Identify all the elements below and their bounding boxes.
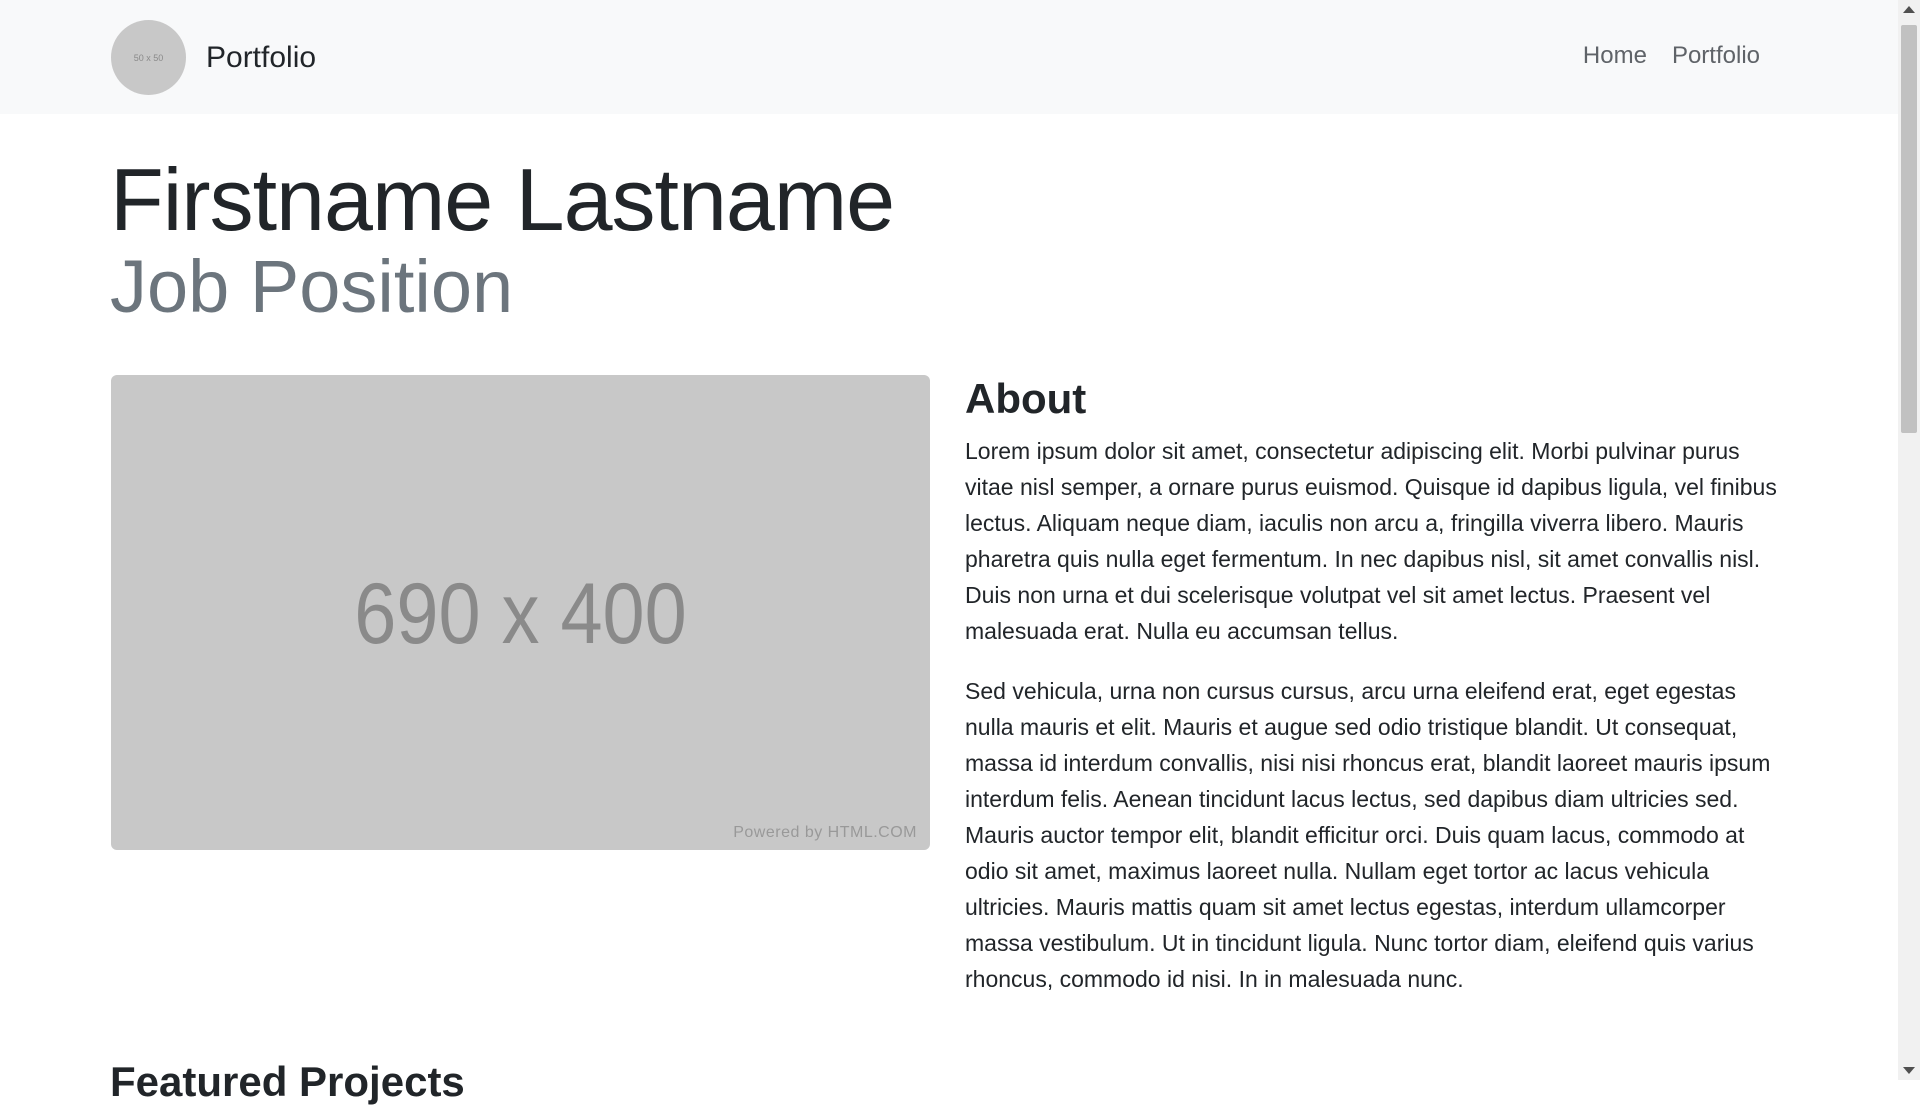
scrollbar[interactable] <box>1898 0 1920 1080</box>
placeholder-credit: Powered by HTML.COM <box>733 824 917 841</box>
scroll-thumb[interactable] <box>1901 25 1917 433</box>
main-nav: Home Portfolio <box>1583 42 1760 70</box>
page-title: Firstname Lastname <box>110 150 895 249</box>
placeholder-size-label: 690 x 400 <box>354 566 687 662</box>
brand[interactable]: 50 x 50 Portfolio <box>111 20 316 95</box>
navbar: 50 x 50 Portfolio Home Portfolio <box>0 0 1898 114</box>
brand-avatar: 50 x 50 <box>111 20 186 95</box>
profile-image-placeholder: 690 x 400 Powered by HTML.COM <box>111 375 930 850</box>
about-heading: About <box>965 375 1087 422</box>
featured-projects-heading: Featured Projects <box>110 1058 465 1105</box>
scroll-down-arrow-icon[interactable] <box>1903 1067 1915 1074</box>
about-paragraph: Lorem ipsum dolor sit amet, consectetur … <box>965 438 1777 644</box>
nav-link-portfolio[interactable]: Portfolio <box>1672 42 1760 70</box>
scroll-up-arrow-icon[interactable] <box>1903 6 1915 13</box>
job-position: Job Position <box>110 245 514 328</box>
about-section: About Lorem ipsum dolor sit amet, consec… <box>965 375 1780 1021</box>
nav-link-home[interactable]: Home <box>1583 42 1647 70</box>
brand-title[interactable]: Portfolio <box>206 41 316 75</box>
about-paragraph: Sed vehicula, urna non cursus cursus, ar… <box>965 678 1771 992</box>
